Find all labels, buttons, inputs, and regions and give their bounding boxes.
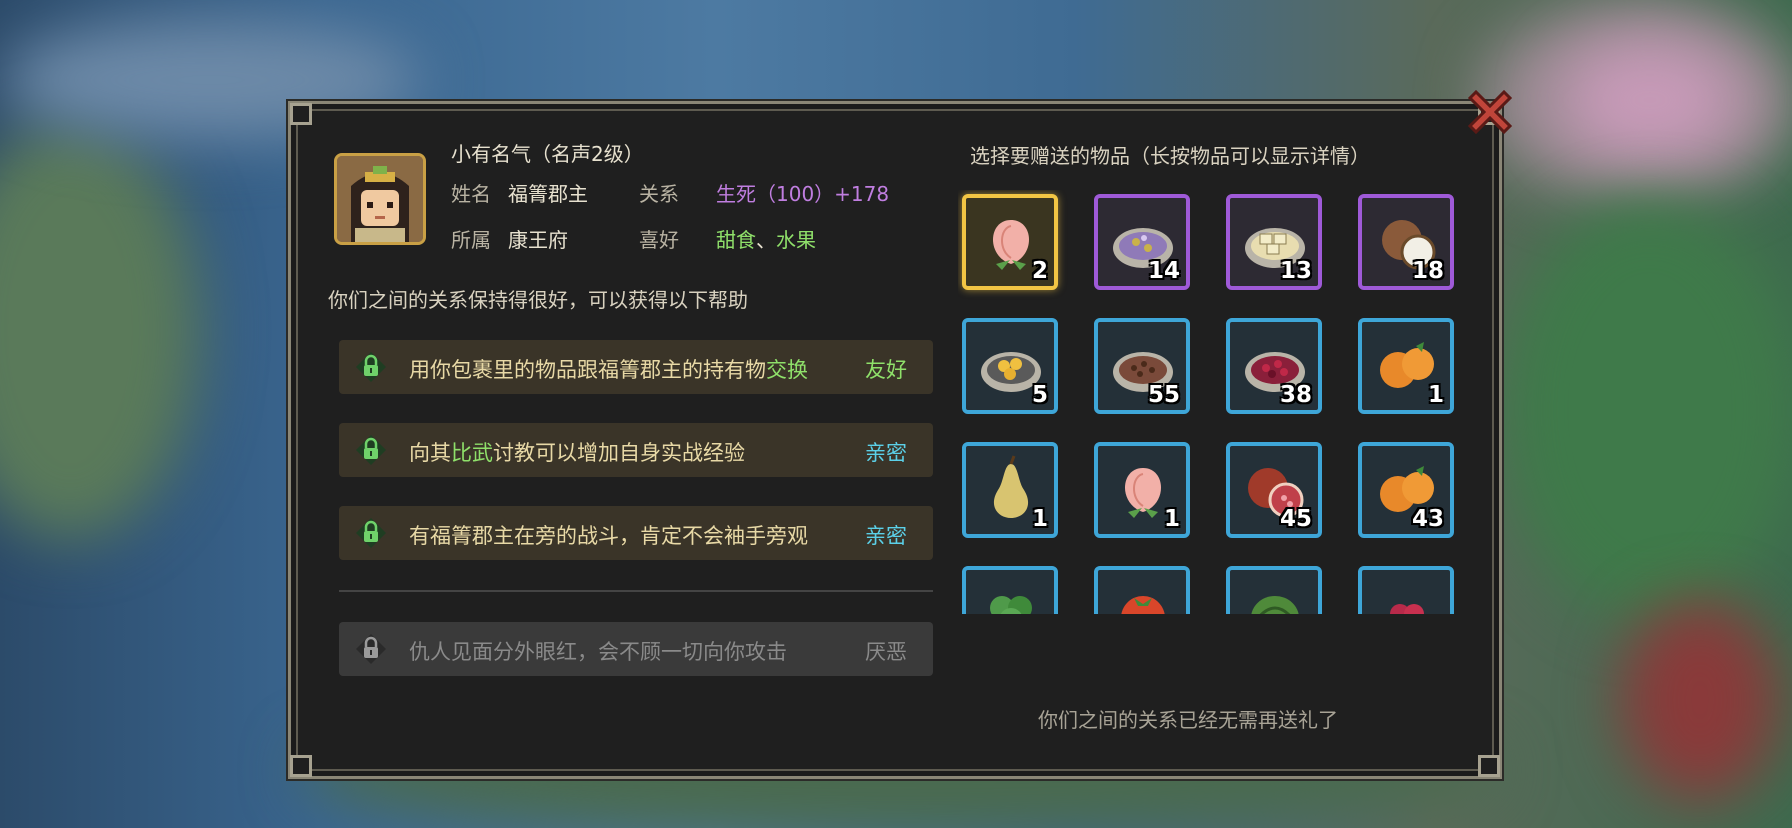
gift-item-grid[interactable]: 2 14 13 18 5 55 38 1 1 1 45 43 <box>958 190 1468 614</box>
gift-item-slot[interactable] <box>1358 566 1454 614</box>
name-label: 姓名 <box>451 182 491 206</box>
help-option-text-part: 讨教可以增加自身实战经验 <box>493 441 745 465</box>
panel-corner-ornament <box>1478 755 1500 777</box>
gift-item-slot[interactable]: 1 <box>1358 318 1454 414</box>
help-option-text-part: 仇人见面分外眼红，会不顾一切向你攻击 <box>409 640 787 664</box>
gift-item-slot[interactable]: 45 <box>1226 442 1322 538</box>
help-option-text-part: 有福箐郡主在旁的战斗，肯定不会袖手旁观 <box>409 524 808 548</box>
gift-item-slot[interactable]: 18 <box>1358 194 1454 290</box>
character-portrait <box>334 153 426 245</box>
help-option-text-part: 用你包裹里的物品跟福箐郡主的持有物 <box>409 358 766 382</box>
gift-item-slot[interactable]: 38 <box>1226 318 1322 414</box>
help-option-relation-tag: 亲密 <box>865 524 907 548</box>
faction-label: 所属 <box>451 228 491 252</box>
gift-item-slot[interactable] <box>1226 566 1322 614</box>
item-quantity: 38 <box>1279 382 1312 408</box>
help-option-relation-tag: 厌恶 <box>865 640 907 664</box>
gift-header: 选择要赠送的物品（长按物品可以显示详情） <box>970 144 1370 168</box>
close-button[interactable] <box>1462 84 1518 140</box>
help-option-row[interactable]: 向其比武讨教可以增加自身实战经验 亲密 <box>339 423 933 477</box>
item-quantity: 1 <box>1427 382 1444 408</box>
character-faction: 康王府 <box>508 228 568 252</box>
unlocked-icon <box>356 435 386 465</box>
item-quantity: 1 <box>1163 506 1180 532</box>
relation-label: 关系 <box>639 182 679 206</box>
gift-item-slot[interactable]: 2 <box>962 194 1058 290</box>
unlocked-icon <box>356 518 386 548</box>
fame-title: 小有名气（名声2级） <box>451 142 644 166</box>
unlocked-icon <box>356 352 386 382</box>
item-quantity: 5 <box>1031 382 1048 408</box>
likes-label: 喜好 <box>639 228 679 252</box>
herb-icon <box>990 596 1032 614</box>
gift-item-slot[interactable]: 43 <box>1358 442 1454 538</box>
help-option-text: 仇人见面分外眼红，会不顾一切向你攻击 <box>409 636 787 666</box>
help-option-row[interactable]: 有福箐郡主在旁的战斗，肯定不会袖手旁观 亲密 <box>339 506 933 560</box>
gift-item-slot[interactable] <box>1094 566 1190 614</box>
relation-note: 你们之间的关系保持得很好，可以获得以下帮助 <box>328 288 748 312</box>
relation-value: 生死（100）+178 <box>716 182 890 206</box>
gift-item-slot[interactable] <box>962 566 1058 614</box>
item-quantity: 45 <box>1279 506 1312 532</box>
help-option-text: 用你包裹里的物品跟福箐郡主的持有物交换 <box>409 354 808 384</box>
character-portrait-icon <box>337 156 423 242</box>
likes-fruit: 水果 <box>776 228 816 252</box>
help-option-text-part: 向其 <box>409 441 451 465</box>
raspberry-icon <box>1390 604 1424 614</box>
item-quantity: 18 <box>1411 258 1444 284</box>
gift-item-slot[interactable]: 14 <box>1094 194 1190 290</box>
help-option-text: 有福箐郡主在旁的战斗，肯定不会袖手旁观 <box>409 520 808 550</box>
section-divider <box>339 590 933 592</box>
likes-separator: 、 <box>756 228 776 252</box>
help-option-highlight: 交换 <box>766 358 808 382</box>
close-icon <box>1467 89 1513 135</box>
gift-note: 你们之间的关系已经无需再送礼了 <box>1038 708 1338 732</box>
melon-icon <box>1251 596 1299 614</box>
item-quantity: 55 <box>1147 382 1180 408</box>
tomato-icon <box>1121 596 1165 614</box>
character-name: 福箐郡主 <box>508 182 588 206</box>
help-option-highlight: 比武 <box>451 441 493 465</box>
likes-food: 甜食 <box>716 228 756 252</box>
gift-item-slot[interactable]: 1 <box>962 442 1058 538</box>
item-quantity: 43 <box>1411 506 1444 532</box>
help-option-relation-tag: 亲密 <box>865 441 907 465</box>
locked-icon <box>356 634 386 664</box>
help-option-relation-tag: 友好 <box>865 358 907 382</box>
help-option-row[interactable]: 用你包裹里的物品跟福箐郡主的持有物交换 友好 <box>339 340 933 394</box>
panel-corner-ornament <box>290 755 312 777</box>
help-option-text: 向其比武讨教可以增加自身实战经验 <box>409 437 745 467</box>
panel-corner-ornament <box>290 103 312 125</box>
gift-item-slot[interactable]: 5 <box>962 318 1058 414</box>
gift-item-slot[interactable]: 55 <box>1094 318 1190 414</box>
item-quantity: 14 <box>1147 258 1180 284</box>
item-quantity: 13 <box>1279 258 1312 284</box>
item-quantity: 2 <box>1031 258 1048 284</box>
gift-item-slot[interactable]: 13 <box>1226 194 1322 290</box>
gift-item-slot[interactable]: 1 <box>1094 442 1190 538</box>
item-quantity: 1 <box>1031 506 1048 532</box>
likes-value: 甜食、水果 <box>716 224 816 253</box>
help-option-row[interactable]: 仇人见面分外眼红，会不顾一切向你攻击 厌恶 <box>339 622 933 676</box>
